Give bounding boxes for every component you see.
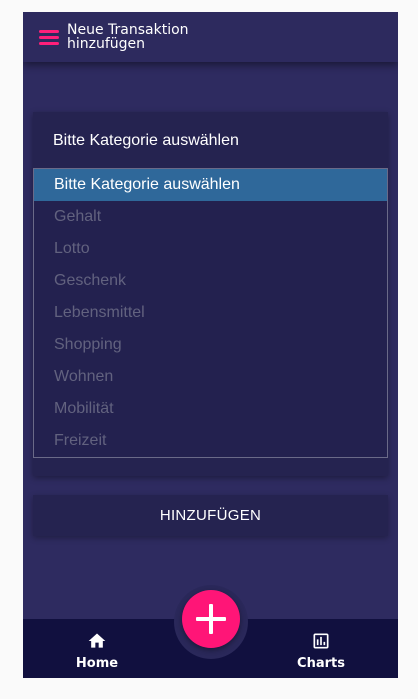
app-bar: Neue Transaktion hinzufügen — [23, 12, 398, 62]
home-icon — [88, 633, 106, 648]
nav-label-charts: Charts — [297, 656, 345, 671]
category-option[interactable]: Bitte Kategorie auswählen — [34, 169, 387, 201]
category-option[interactable]: Shopping — [34, 329, 387, 361]
bar-chart-icon — [313, 633, 329, 649]
category-option[interactable]: Lotto — [34, 233, 387, 265]
menu-line — [39, 36, 59, 39]
hamburger-menu-icon[interactable] — [39, 28, 59, 46]
category-option[interactable]: Lebensmittel — [34, 297, 387, 329]
menu-line — [39, 42, 59, 45]
app-screen: Neue Transaktion hinzufügen Bitte Katego… — [23, 12, 398, 678]
nav-item-charts[interactable]: Charts — [271, 619, 371, 678]
category-option[interactable]: Geschenk — [34, 265, 387, 297]
plus-icon — [196, 604, 226, 634]
add-transaction-button[interactable]: HINZUFÜGEN — [33, 495, 388, 536]
nav-label-home: Home — [75, 656, 119, 671]
category-option[interactable]: Freizeit — [34, 425, 387, 457]
category-dropdown-list[interactable]: Bitte Kategorie auswählen Gehalt Lotto G… — [33, 168, 388, 458]
add-fab-button[interactable] — [182, 590, 240, 648]
category-select-value[interactable]: Bitte Kategorie auswählen — [53, 132, 239, 150]
menu-line — [39, 30, 59, 33]
page-title: Neue Transaktion hinzufügen — [67, 22, 189, 52]
category-option[interactable]: Wohnen — [34, 361, 387, 393]
category-option[interactable]: Mobilität — [34, 393, 387, 425]
nav-item-home[interactable]: Home — [47, 619, 147, 678]
category-option[interactable]: Gehalt — [34, 201, 387, 233]
